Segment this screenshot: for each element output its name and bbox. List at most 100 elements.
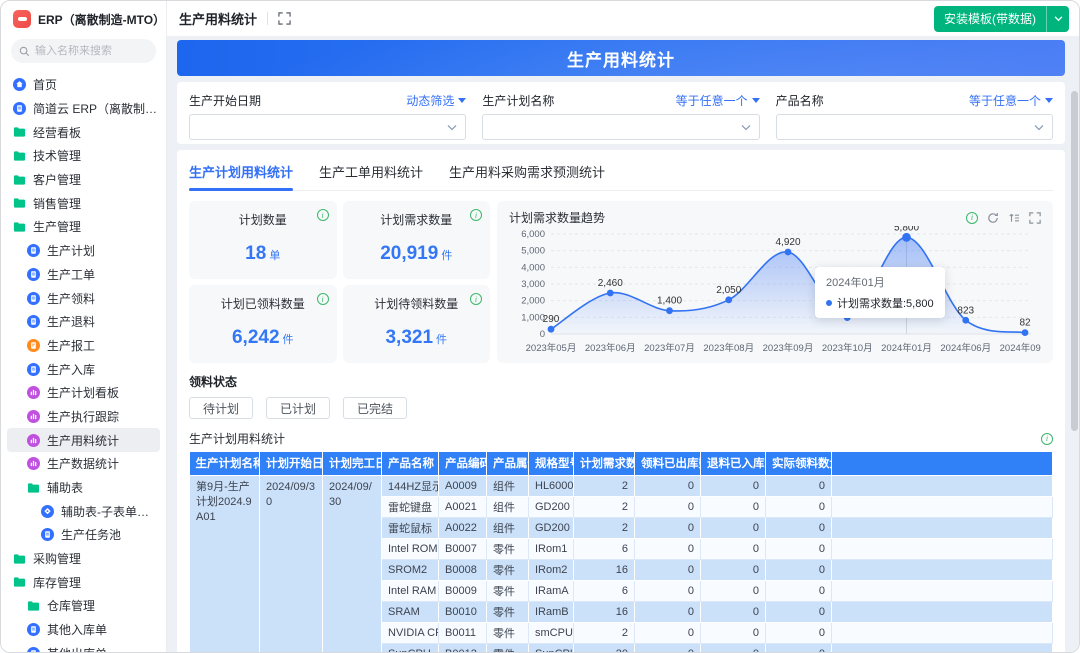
table-cell: 0 [701,643,766,652]
sidebar-item[interactable]: 生产退料 [7,310,160,334]
info-icon[interactable]: i [966,212,978,224]
sidebar-item[interactable]: 生产执行跟踪 [7,405,160,429]
caret-down-icon [1045,98,1053,103]
svg-text:290: 290 [543,314,560,325]
sidebar-item[interactable]: 辅助表 [7,476,160,500]
table-cell: GD200 [529,496,574,517]
filter-select[interactable] [776,114,1053,140]
sidebar-item[interactable]: 其他出库单 [7,642,160,653]
table-cell [832,475,1053,496]
info-icon[interactable]: i [470,209,482,221]
tab[interactable]: 生产用料采购需求预测统计 [449,158,605,190]
sidebar-item[interactable]: 其他入库单 [7,618,160,642]
sidebar-item[interactable]: 生产领料 [7,286,160,310]
sidebar-item[interactable]: 生产计划看板 [7,381,160,405]
table-cell: 雷蛇键盘 [382,496,439,517]
status-button[interactable]: 已计划 [266,397,330,419]
table-cell: 6 [574,580,635,601]
table-cell: 组件 [487,475,529,496]
materials-table: 生产计划名称计划开始日期计划完工日期产品名称产品编码产品属性规格型号计划需求数量… [189,452,1053,652]
table-cell: B0010 [439,601,487,622]
stat-card: 计划需求数量 i 20,919件 [343,201,491,279]
sort-icon[interactable] [1008,212,1020,224]
sidebar-item[interactable]: 销售管理 [7,191,160,215]
table-cell: SROM2 [382,559,439,580]
svg-text:823: 823 [957,305,974,316]
sidebar-item[interactable]: 简道云 ERP（离散制造-MTO）... [7,97,160,121]
sidebar-item[interactable]: 生产报工 [7,334,160,358]
board-icon [27,386,40,399]
sidebar-item[interactable]: 生产用料统计 [7,428,160,452]
status-button[interactable]: 待计划 [189,397,253,419]
table-cell: 零件 [487,643,529,652]
info-icon[interactable]: i [317,209,329,221]
svg-text:2023年09月: 2023年09月 [763,342,814,354]
refresh-icon[interactable] [987,212,999,224]
info-icon[interactable]: i [317,293,329,305]
filter-operator[interactable]: 动态筛选 [406,92,466,109]
stat-unit: 件 [283,334,294,346]
filter-select[interactable] [189,114,466,140]
sidebar-item[interactable]: 仓库管理 [7,594,160,618]
scrollbar-thumb[interactable] [1071,91,1078,431]
sidebar-search[interactable] [11,39,156,63]
filter-select[interactable] [482,114,759,140]
doc-icon [13,102,26,115]
table-cell: A0022 [439,517,487,538]
table-cell [832,496,1053,517]
filter-label: 产品名称 [776,92,824,109]
sidebar-item[interactable]: 生产工单 [7,263,160,287]
chevron-down-icon [447,123,457,133]
table-cell: Intel RAM [382,580,439,601]
sidebar-item[interactable]: 库存管理 [7,570,160,594]
sidebar-item[interactable]: 首页 [7,73,160,97]
sidebar-item[interactable]: 生产管理 [7,215,160,239]
install-template-button[interactable]: 安装模板(带数据) [934,6,1069,32]
sidebar-item[interactable]: 生产计划 [7,239,160,263]
sidebar-item-label: 首页 [33,76,57,93]
chevron-down-icon [741,123,751,133]
filter-operator[interactable]: 等于任意一个 [676,92,760,109]
table-cell: 0 [701,538,766,559]
sidebar-item-label: 采购管理 [33,550,81,567]
search-input[interactable] [35,45,145,57]
table-cell: IRom1 [529,538,574,559]
table-cell: 16 [574,559,635,580]
doc-icon [41,528,54,541]
table-cell: 0 [766,580,832,601]
filter-operator[interactable]: 等于任意一个 [969,92,1053,109]
sidebar-item-label: 生产报工 [47,337,95,354]
column-header: 实际领料数量 [766,452,832,475]
table-header-row: 生产计划名称计划开始日期计划完工日期产品名称产品编码产品属性规格型号计划需求数量… [190,452,1053,475]
column-header: 计划完工日期 [323,452,382,475]
tab[interactable]: 生产工单用料统计 [319,158,423,190]
sidebar-item[interactable]: 客户管理 [7,168,160,192]
table-cell [832,538,1053,559]
filter-group: 生产计划名称 等于任意一个 [482,92,759,144]
sidebar-item[interactable]: 技术管理 [7,144,160,168]
board-icon [27,434,40,447]
fullscreen-icon[interactable] [278,12,291,25]
sidebar-item[interactable]: 生产任务池 [7,523,160,547]
table-cell: 0 [635,643,701,652]
doc-icon [27,268,40,281]
install-dropdown-button[interactable] [1047,6,1069,32]
sidebar-item[interactable]: 经营看板 [7,120,160,144]
sidebar-item[interactable]: 辅助表-子表单行数 [7,499,160,523]
table-info-icon[interactable]: i [1041,433,1053,445]
table-cell: 0 [766,559,832,580]
data-point [725,296,732,303]
sidebar-item[interactable]: 生产入库 [7,357,160,381]
info-icon[interactable]: i [470,293,482,305]
status-button[interactable]: 已完结 [343,397,407,419]
table-cell: SupCPU [382,643,439,652]
sidebar-item-label: 其他出库单 [47,645,107,652]
svg-text:2023年07月: 2023年07月 [644,342,695,354]
sidebar-item[interactable]: 采购管理 [7,547,160,571]
table-cell: B0009 [439,580,487,601]
sidebar-item[interactable]: 生产数据统计 [7,452,160,476]
data-point [1022,329,1029,336]
tab[interactable]: 生产计划用料统计 [189,158,293,190]
chart-fullscreen-icon[interactable] [1029,212,1041,224]
banner: 生产用料统计 [177,40,1065,76]
